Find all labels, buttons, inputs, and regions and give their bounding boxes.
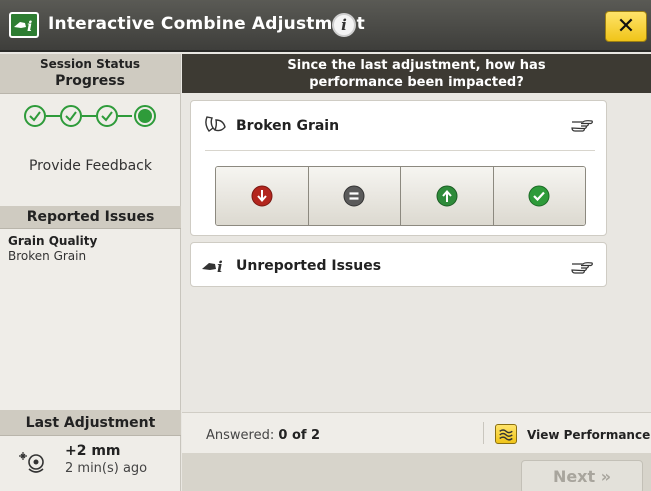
navigation-bar: Next » [182, 453, 651, 491]
session-status-label: Session Status [39, 57, 141, 71]
footer-divider [483, 422, 484, 444]
down-arrow-icon [251, 185, 273, 207]
svg-text:i: i [217, 258, 223, 275]
check-icon [528, 185, 550, 207]
issue-card-unreported[interactable]: i Unreported Issues [190, 242, 607, 287]
equals-icon [343, 185, 365, 207]
john-deere-logo-icon: i [9, 12, 39, 38]
answered-label: Answered: [206, 428, 275, 443]
issue-title: Unreported Issues [236, 258, 382, 274]
progress-indicator [24, 105, 156, 127]
question-line-2: performance been impacted? [309, 75, 524, 90]
issue-title: Broken Grain [236, 118, 340, 134]
status-footer: Answered: 0 of 2 View Performance [182, 412, 651, 453]
pointing-hand-icon[interactable] [570, 258, 594, 276]
progress-step-4-current-icon [134, 105, 156, 127]
issue-card-broken-grain: Broken Grain [190, 100, 607, 236]
session-sidebar: Session Status Progress Provide Feedback… [0, 54, 181, 491]
question-banner: Since the last adjustment, how has perfo… [182, 54, 651, 93]
current-step-label: Provide Feedback [28, 158, 152, 174]
next-button[interactable]: Next » [521, 460, 643, 491]
close-button[interactable]: ✕ [605, 11, 647, 42]
impact-rating-buttons [215, 166, 586, 226]
reported-issue-category: Grain Quality [8, 234, 98, 248]
session-status-header: Session Status Progress [0, 54, 180, 94]
progress-step-3-check-icon [96, 105, 118, 127]
last-adjustment-time: 2 min(s) ago [65, 461, 148, 476]
pointing-hand-icon[interactable] [570, 116, 594, 134]
up-arrow-icon [436, 185, 458, 207]
title-bar: i Interactive Combine Adjustment i ✕ [0, 0, 651, 52]
rating-resolved-button[interactable] [493, 167, 585, 225]
concave-adjustment-icon [19, 452, 44, 473]
reported-issues-header: Reported Issues [0, 206, 181, 229]
rating-better-button[interactable] [401, 167, 494, 225]
reported-issue-name: Broken Grain [8, 249, 87, 263]
card-divider [205, 150, 595, 151]
svg-text:i: i [27, 19, 32, 34]
progress-title: Progress [55, 73, 125, 89]
view-performance-button[interactable]: View Performance [527, 428, 650, 442]
last-adjustment-value: +2 mm [65, 443, 121, 459]
question-line-1: Since the last adjustment, how has [287, 58, 546, 73]
view-performance-icon[interactable] [495, 424, 517, 444]
john-deere-info-icon: i [202, 258, 223, 275]
info-icon[interactable]: i [332, 13, 356, 37]
progress-step-1-check-icon [24, 105, 46, 127]
window-title: Interactive Combine Adjustment [48, 14, 365, 34]
answered-count: Answered: 0 of 2 [206, 428, 320, 443]
broken-grain-icon [205, 116, 226, 132]
rating-worse-button[interactable] [216, 167, 309, 225]
rating-no-change-button[interactable] [308, 167, 401, 225]
progress-step-2-check-icon [60, 105, 82, 127]
last-adjustment-header: Last Adjustment [0, 410, 181, 436]
answered-value: 0 of 2 [278, 428, 321, 443]
